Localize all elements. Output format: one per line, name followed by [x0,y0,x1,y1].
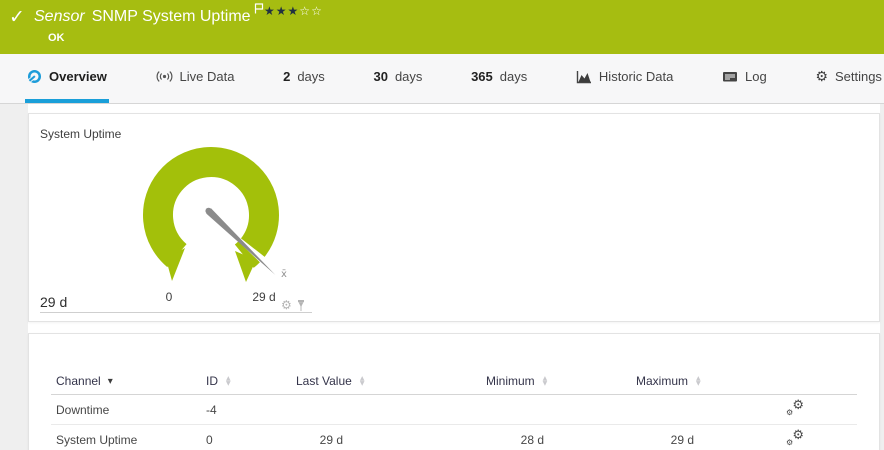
sort-icon: ▲ ▼ [226,375,231,387]
star-icon[interactable]: ☆ [311,4,323,18]
tab-label: Historic Data [598,69,674,84]
gauge-panel: System Uptime x̄ 0 29 d 29 d ⚙ [28,113,880,322]
tab-number: 30 [373,69,388,84]
tab-overview[interactable]: Overview [25,54,109,103]
table-row-downtime[interactable]: Downtime -4 ⚙ ⚙ [51,395,857,425]
gauge-settings-gear-icon[interactable]: ⚙ [281,299,292,311]
column-header-minimum[interactable]: Minimum ▲ ▼ [481,374,631,388]
sensor-header: ✓ Sensor SNMP System Uptime ★★★☆☆ OK [0,0,884,54]
column-header-channel[interactable]: Channel ▾ [51,374,201,388]
cell-channel[interactable]: System Uptime [51,433,201,447]
tab-number: 365 [471,69,493,84]
channel-table-panel: Channel ▾ ID ▲ ▼ Last Value ▲ ▼ Minimum ▲ ▼… [28,333,880,450]
tab-log[interactable]: Log [720,54,769,103]
channel-settings-icon[interactable]: ⚙ ⚙ [786,399,804,417]
sort-desc-icon: ▾ [107,375,113,387]
gauge-max-label: 29 d [252,290,275,304]
cell-id: 0 [206,432,213,447]
channel-table: Channel ▾ ID ▲ ▼ Last Value ▲ ▼ Minimum ▲ ▼… [51,368,857,450]
page-title: SNMP System Uptime [91,8,251,25]
tab-number: 2 [283,69,291,84]
sensor-title-line: Sensor SNMP System Uptime [34,3,264,26]
live-data-icon [156,71,172,82]
cell-channel[interactable]: Downtime [51,403,201,417]
flag-icon[interactable] [254,1,264,19]
status-badge: OK [48,32,65,44]
uptime-gauge: x̄ 0 29 d [143,147,287,304]
status-check-icon: ✓ [9,6,25,28]
table-header-row: Channel ▾ ID ▲ ▼ Last Value ▲ ▼ Minimum ▲ ▼… [51,368,857,395]
log-icon [723,72,738,82]
historic-chart-icon [576,70,591,83]
pin-icon[interactable] [296,299,306,312]
gauge-min-label: 0 [166,290,173,304]
gauge-needle-marker: x̄ [281,269,287,280]
tab-live-data[interactable]: Live Data [154,54,237,103]
column-header-id[interactable]: ID ▲ ▼ [201,374,291,388]
gauge-footer-divider [40,312,312,313]
column-header-maximum[interactable]: Maximum ▲ ▼ [631,374,781,388]
gauge-icon [27,69,42,84]
sort-icon: ▲ ▼ [696,375,701,387]
cell-last-value: 29 d [319,432,343,447]
tab-365-days[interactable]: 365 days [469,54,529,103]
tab-2-days[interactable]: 2 days [281,54,327,103]
tab-30-days[interactable]: 30 days [371,54,424,103]
star-icon[interactable]: ★ [288,4,300,18]
star-icon[interactable]: ☆ [299,4,311,18]
sort-icon: ▲ ▼ [542,375,548,387]
tab-label: Settings [834,69,882,84]
tab-settings[interactable]: ⚙ Settings [813,54,884,103]
table-row-system-uptime[interactable]: System Uptime 0 29 d 28 d 29 d ⚙ ⚙ [51,425,857,450]
sensor-kind-label: Sensor [34,8,85,25]
column-header-last-value[interactable]: Last Value ▲ ▼ [291,374,481,388]
cell-id: -4 [206,402,217,417]
tab-label: days [297,69,325,84]
cell-maximum: 29 d [670,432,694,447]
channel-settings-icon[interactable]: ⚙ ⚙ [786,429,804,447]
tab-bar: Overview Live Data 2 days 30 days 365 da… [0,54,884,104]
tab-label: days [394,69,423,84]
sort-icon: ▲ ▼ [359,375,365,387]
tab-label: days [499,69,528,84]
cell-minimum: 28 d [520,432,544,447]
prtg-sensor-page: ✓ Sensor SNMP System Uptime ★★★☆☆ OK Over… [0,0,884,450]
rating-stars: ★★★☆☆ [264,4,323,18]
star-icon[interactable]: ★ [276,4,288,18]
tab-historic-data[interactable]: Historic Data [574,54,675,103]
gear-icon: ⚙ [815,68,828,85]
gauge-current-value: 29 d [40,294,68,310]
star-icon[interactable]: ★ [264,4,276,18]
tab-label: Live Data [179,69,235,84]
tab-label: Overview [49,69,107,84]
tab-label: Log [745,69,767,84]
